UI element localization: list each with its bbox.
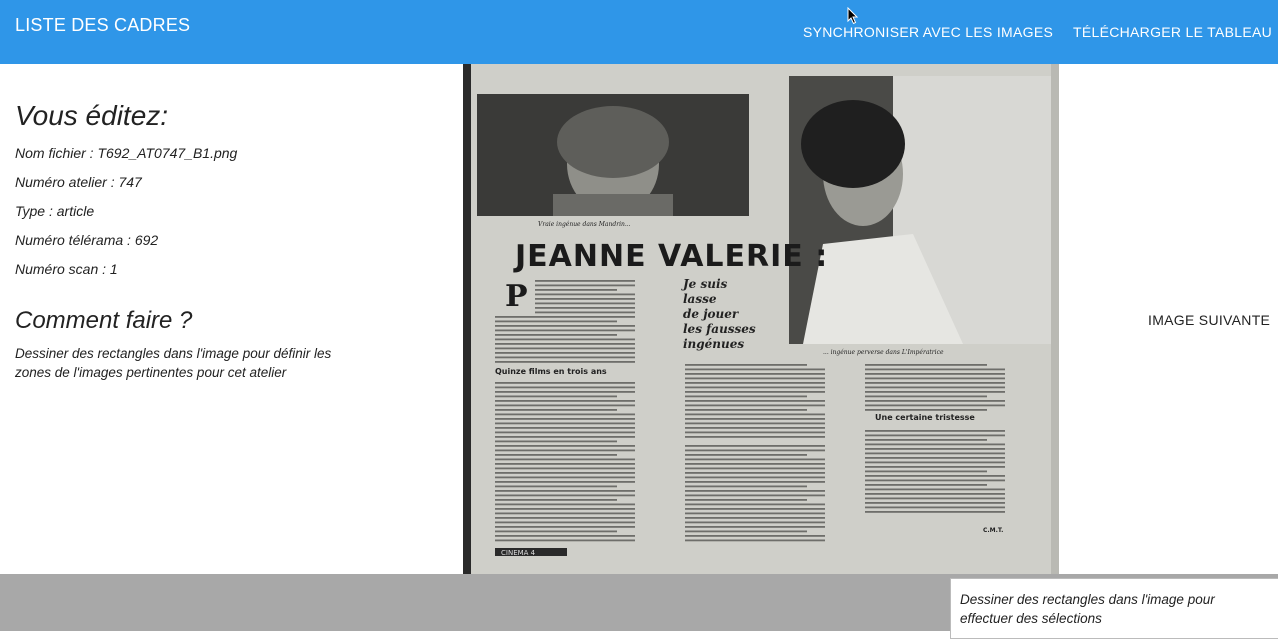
hint-tooltip: Dessiner des rectangles dans l'image pou… [950, 578, 1278, 639]
editing-heading: Vous éditez: [15, 100, 169, 131]
scan-number: Numéro scan : 1 [15, 261, 118, 277]
svg-text:ingénues: ingénues [683, 337, 744, 351]
scanned-article-image: Vraie ingénue dans Mandrin... ... ingénu… [463, 64, 1059, 574]
next-image-button[interactable]: IMAGE SUIVANTE [1148, 312, 1270, 328]
atelier-number: Numéro atelier : 747 [15, 174, 142, 190]
type-label: Type : article [15, 203, 95, 219]
howto-heading: Comment faire ? [15, 307, 193, 334]
svg-text:lasse: lasse [683, 292, 717, 306]
telerama-number: Numéro télérama : 692 [15, 232, 159, 248]
svg-text:de jouer: de jouer [683, 307, 740, 321]
caption-right: ... ingénue perverse dans L'Impératrice [823, 349, 944, 356]
download-table-button[interactable]: TÉLÉCHARGER LE TABLEAU [1073, 24, 1272, 40]
caption-left: Vraie ingénue dans Mandrin... [538, 221, 631, 228]
svg-text:Je suis: Je suis [681, 277, 728, 291]
sync-images-button[interactable]: SYNCHRONISER AVEC LES IMAGES [803, 24, 1053, 40]
svg-text:les fausses: les fausses [683, 322, 756, 336]
file-name: Nom fichier : T692_AT0747_B1.png [15, 145, 238, 161]
article-headline: JEANNE VALERIE : [513, 239, 828, 274]
svg-text:P: P [505, 279, 528, 314]
top-app-bar: LISTE DES CADRES SYNCHRONISER AVEC LES I… [0, 0, 1278, 64]
scan-image-canvas[interactable]: Vraie ingénue dans Mandrin... ... ingénu… [463, 64, 1059, 574]
section-heading-1: Quinze films en trois ans [495, 367, 607, 376]
app-title[interactable]: LISTE DES CADRES [15, 15, 190, 36]
page-footer-tag: CINEMA 4 [501, 549, 536, 557]
section-heading-2: Une certaine tristesse [875, 413, 975, 422]
howto-text: Dessiner des rectangles dans l'image pou… [15, 346, 332, 380]
mouse-cursor-icon [847, 7, 859, 25]
article-signature: C.M.T. [983, 527, 1003, 534]
